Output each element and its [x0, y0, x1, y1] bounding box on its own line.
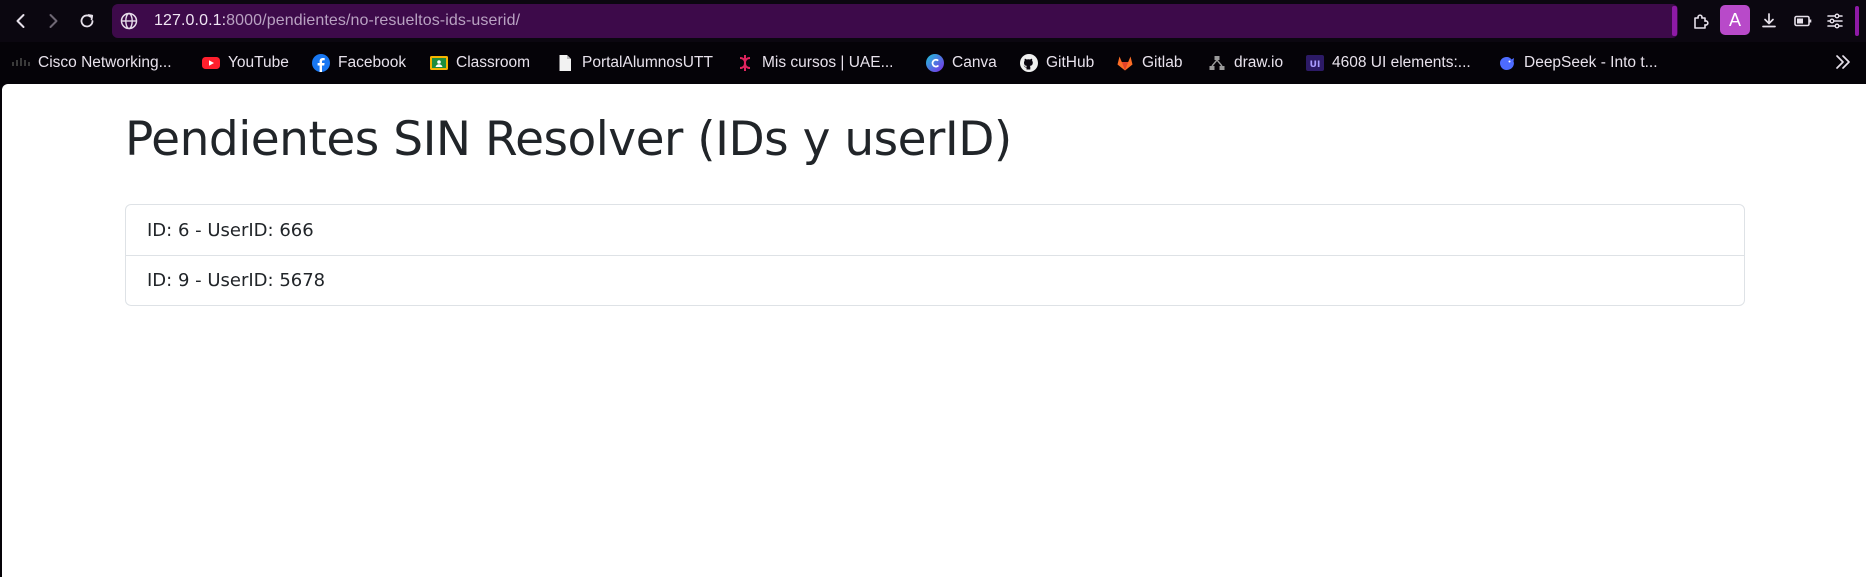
- url-path: 8000/pendientes/no-resueltos-ids-userid/: [226, 12, 521, 29]
- window-accent: [1855, 6, 1859, 36]
- back-icon: [16, 14, 25, 28]
- bookmark-drawio[interactable]: draw.io: [1208, 52, 1283, 74]
- list-item: ID: 6 - UserID: 666: [147, 219, 314, 241]
- download-icon: [1762, 13, 1776, 28]
- github-icon: [1020, 54, 1038, 72]
- list-item: ID: 9 - UserID: 5678: [126, 255, 1744, 305]
- youtube-icon: [202, 54, 220, 72]
- profile-avatar[interactable]: A: [1720, 5, 1750, 35]
- address-bar-accent: [1672, 6, 1677, 36]
- extensions-button[interactable]: [1690, 10, 1712, 32]
- forward-icon: [49, 14, 58, 28]
- bookmark-label: Gitlab: [1142, 54, 1183, 71]
- bookmark-ui-elements[interactable]: UI 4608 UI elements:...: [1306, 52, 1471, 74]
- bookmarks-bar: Cisco Networking... YouTube Facebook Cla…: [0, 42, 1866, 82]
- bookmark-facebook[interactable]: Facebook: [312, 52, 406, 74]
- bookmark-label: Classroom: [456, 54, 531, 71]
- page-title: Pendientes SIN Resolver (IDs y userID): [125, 112, 1012, 167]
- browser-toolbar: 127.0.0.1:8000/pendientes/no-resueltos-i…: [0, 0, 1866, 42]
- bookmark-canva[interactable]: Canva: [926, 52, 997, 74]
- cisco-icon: [12, 54, 30, 72]
- classroom-icon: [430, 54, 448, 72]
- battery-icon: [1794, 15, 1812, 27]
- uae-icon: [736, 54, 754, 72]
- bookmark-label: draw.io: [1234, 54, 1284, 71]
- bookmark-label: DeepSeek - Into t...: [1524, 54, 1658, 71]
- bookmark-deepseek[interactable]: DeepSeek - Into t...: [1498, 52, 1658, 74]
- back-button[interactable]: [8, 9, 34, 33]
- bookmark-label: Canva: [952, 54, 997, 71]
- bookmark-label: YouTube: [228, 54, 289, 71]
- canva-icon: [926, 54, 944, 72]
- menu-icon: [1827, 13, 1843, 29]
- url-host: 127.0.0.1:: [154, 12, 227, 29]
- forward-button[interactable]: [40, 9, 66, 33]
- bookmark-label: 4608 UI elements:...: [1332, 54, 1471, 71]
- ui-icon: UI: [1306, 54, 1324, 72]
- downloads-button[interactable]: [1758, 10, 1780, 32]
- url-text: 127.0.0.1:8000/pendientes/no-resueltos-i…: [154, 12, 520, 30]
- address-bar[interactable]: 127.0.0.1:8000/pendientes/no-resueltos-i…: [112, 4, 1678, 38]
- page-viewport: Pendientes SIN Resolver (IDs y userID) I…: [2, 84, 1866, 577]
- pending-list: ID: 6 - UserID: 666 ID: 9 - UserID: 5678: [125, 204, 1745, 306]
- bookmark-mis-cursos[interactable]: Mis cursos | UAE...: [736, 52, 894, 74]
- bookmark-youtube[interactable]: YouTube: [202, 52, 289, 74]
- bookmark-gitlab[interactable]: Gitlab: [1116, 52, 1183, 74]
- facebook-icon: [312, 54, 330, 72]
- deepseek-icon: [1498, 54, 1516, 72]
- bookmark-label: Mis cursos | UAE...: [762, 54, 894, 71]
- bookmark-cisco[interactable]: Cisco Networking...: [12, 52, 172, 74]
- extensions-icon: [1694, 14, 1709, 29]
- bookmarks-overflow-button[interactable]: [1832, 52, 1854, 72]
- bookmark-label: PortalAlumnosUTT: [582, 54, 713, 71]
- svg-text:UI: UI: [1310, 60, 1321, 70]
- reload-icon: [80, 14, 94, 28]
- drawio-icon: [1208, 54, 1226, 72]
- gitlab-icon: [1116, 54, 1134, 72]
- menu-button[interactable]: [1824, 10, 1846, 32]
- bookmark-portalalumnos[interactable]: PortalAlumnosUTT: [556, 52, 713, 74]
- bookmark-label: Facebook: [338, 54, 407, 71]
- bookmark-label: GitHub: [1046, 54, 1095, 71]
- bookmark-github[interactable]: GitHub: [1020, 52, 1094, 74]
- bookmark-label: Cisco Networking...: [38, 54, 172, 71]
- globe-icon: [120, 12, 138, 30]
- chevron-double-right-icon: [1836, 55, 1850, 69]
- document-icon: [556, 54, 574, 72]
- avatar-letter: A: [1728, 9, 1741, 30]
- battery-saver-button[interactable]: [1792, 10, 1814, 32]
- bookmark-classroom[interactable]: Classroom: [430, 52, 530, 74]
- reload-button[interactable]: [74, 9, 100, 33]
